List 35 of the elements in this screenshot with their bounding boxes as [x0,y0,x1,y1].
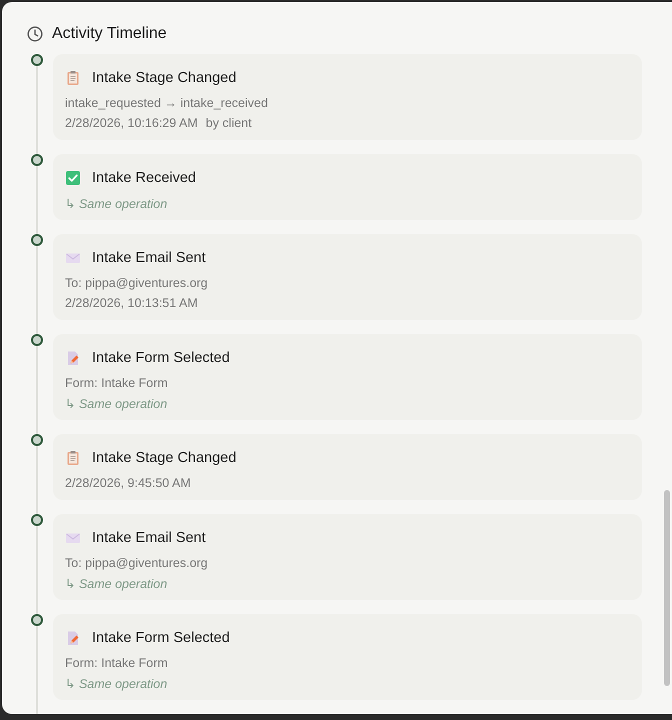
timeline-dot [31,614,43,626]
event-title: Intake Form Selected [92,350,230,366]
timeline-dot [31,334,43,346]
timeline-dot [31,514,43,526]
timeline-dot [31,154,43,166]
event-title: Intake Received [92,170,196,186]
timeline-dot [31,54,43,66]
event-title: Intake Email Sent [92,530,206,546]
clock-icon [27,26,43,42]
event-detail: Form: Intake Form [65,656,168,670]
panel-title: Activity Timeline [52,25,167,43]
event-detail: To: pippa@giventures.org [65,556,208,570]
event-title: Intake Stage Changed [92,70,236,86]
event-timestamp: 2/28/2026, 9:45:50 AM [65,476,191,490]
event-timestamp: 2/28/2026, 10:13:51 AM [65,296,198,310]
event-detail: intake_requested → intake_received [65,96,268,110]
same-operation-note: ↳ Same operation [65,196,168,210]
clipboard-icon [65,450,81,466]
timeline-dot [31,234,43,246]
timeline-dot [31,434,43,446]
same-operation-note: ↳ Same operation [65,676,168,690]
same-operation-note: ↳ Same operation [65,396,168,410]
same-operation-note: ↳ Same operation [65,576,168,590]
event-detail: To: pippa@giventures.org [65,276,208,290]
clipboard-icon [65,70,81,86]
document-pencil-icon [65,350,81,366]
event-actor: by client [206,116,252,130]
event-timestamp: 2/28/2026, 10:16:29 AM [65,116,198,130]
event-detail: Form: Intake Form [65,376,168,390]
event-title: Intake Form Selected [92,630,230,646]
event-title: Intake Email Sent [92,250,206,266]
event-title: Intake Stage Changed [92,450,236,466]
scrollbar[interactable] [664,490,670,686]
checkbox-icon [65,170,81,186]
document-pencil-icon [65,630,81,646]
